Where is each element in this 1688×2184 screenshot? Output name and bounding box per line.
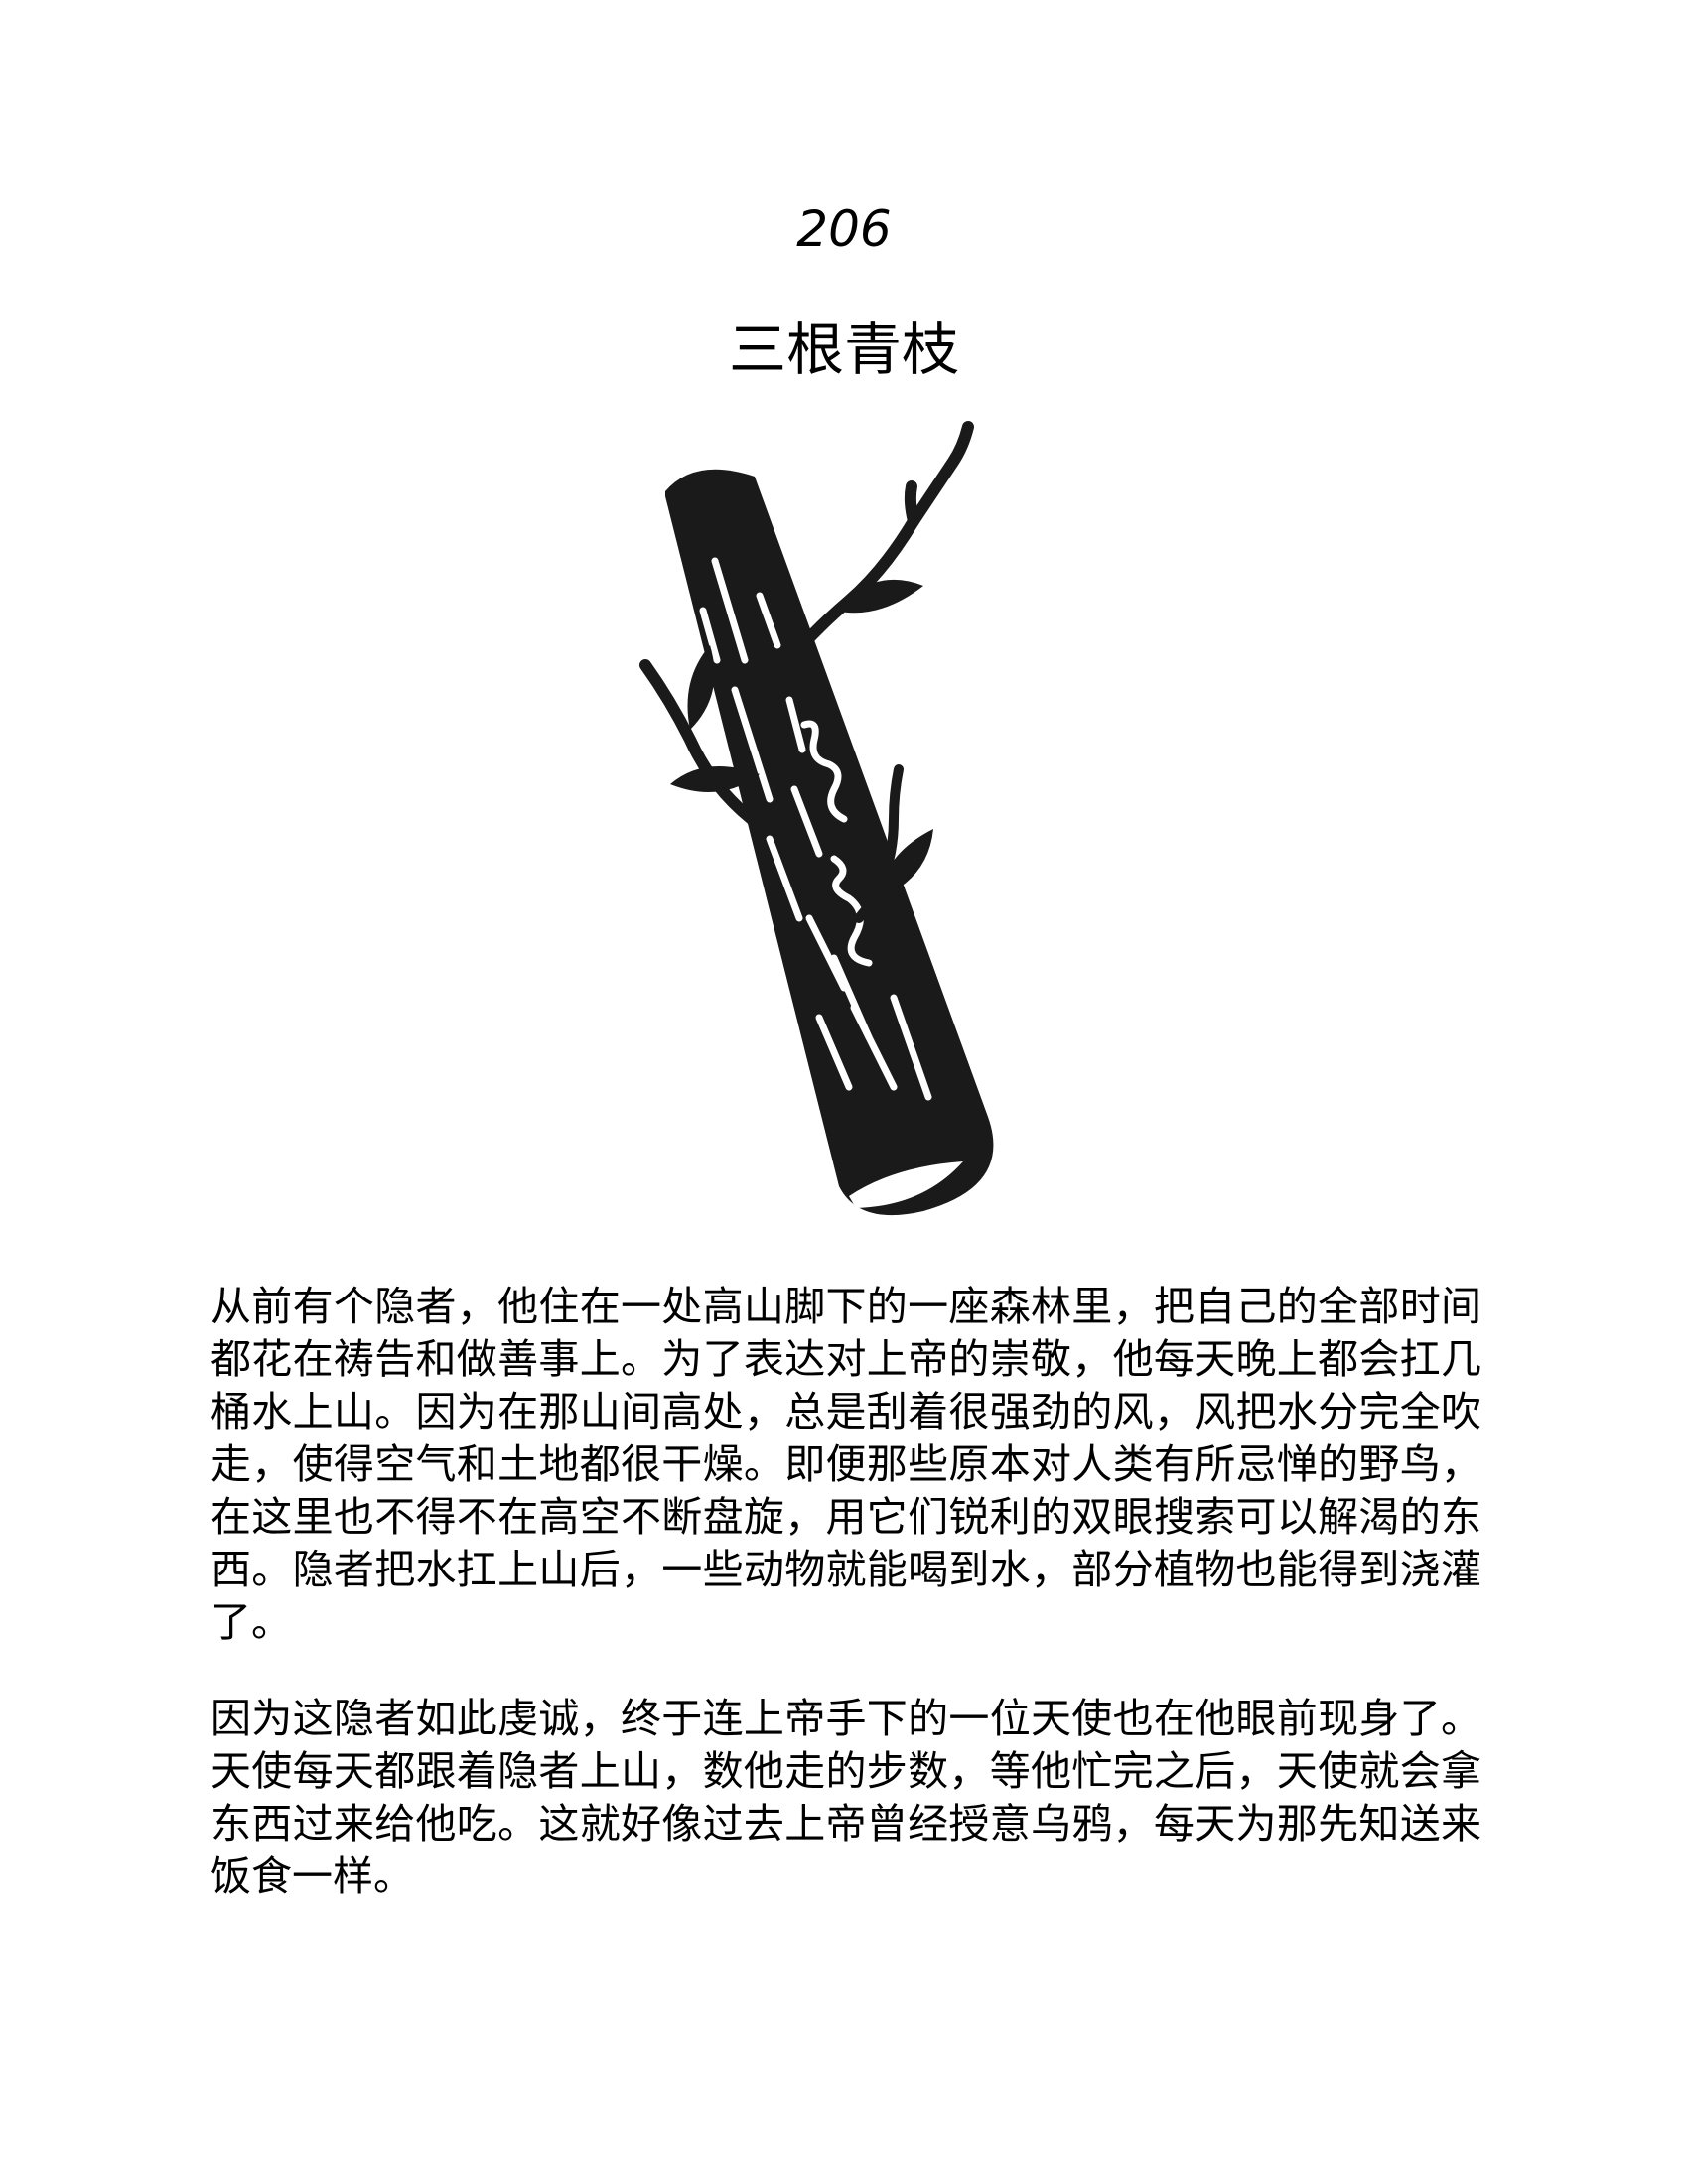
- story-title: 三根青枝: [728, 316, 959, 383]
- story-body: 从前有个隐者，他住在一处高山脚下的一座森林里，把自己的全部时间都花在祷告和做善事…: [211, 1281, 1481, 1947]
- story-paragraph-2: 因为这隐者如此虔诚，终于连上帝手下的一位天使也在他眼前现身了。天使每天都跟着隐者…: [211, 1695, 1481, 1900]
- branch-icon: [639, 421, 994, 1216]
- story-paragraph-1: 从前有个隐者，他住在一处高山脚下的一座森林里，把自己的全部时间都花在祷告和做善事…: [211, 1283, 1481, 1646]
- page-number: 206: [796, 201, 892, 258]
